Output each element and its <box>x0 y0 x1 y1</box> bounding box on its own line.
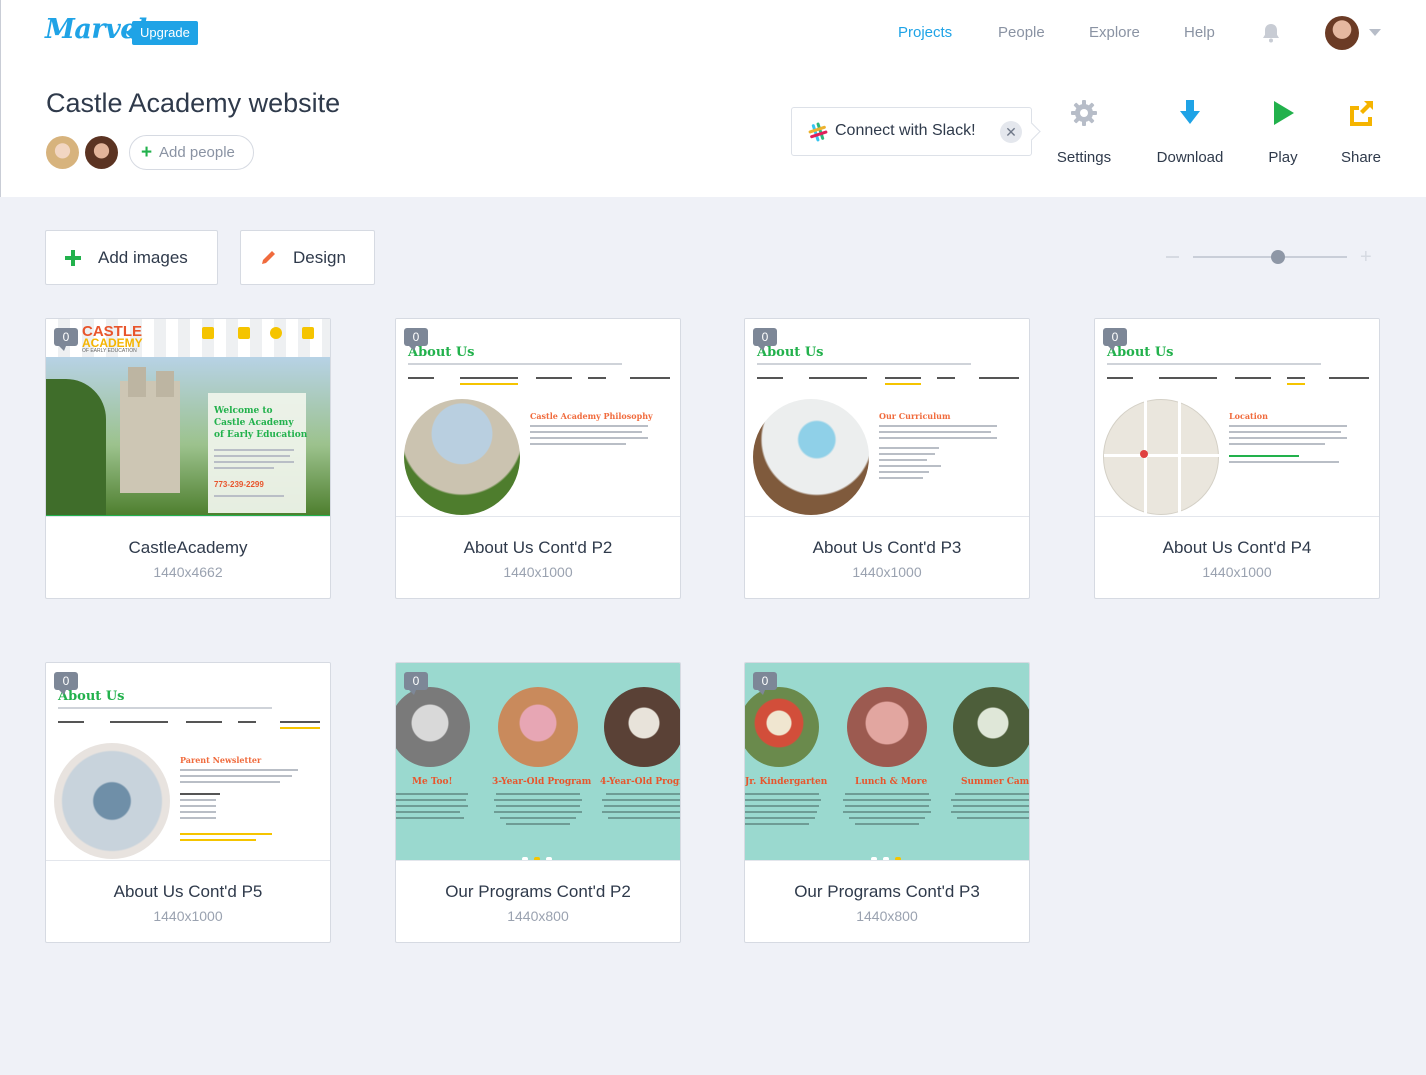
thumbnail-text: About Us <box>58 689 125 704</box>
screen-name[interactable]: About Us Cont'd P5 <box>46 882 330 902</box>
upgrade-button[interactable]: Upgrade <box>126 21 198 45</box>
screen-thumbnail[interactable]: Jr. Kindergarten Lunch & More Summer Cam… <box>745 663 1029 861</box>
design-label: Design <box>293 248 346 267</box>
gear-icon <box>1071 100 1097 126</box>
avatar[interactable] <box>46 136 79 169</box>
comment-count-badge[interactable]: 0 <box>54 672 78 695</box>
settings-button[interactable]: Settings <box>1044 98 1124 166</box>
plus-icon: + <box>141 142 153 163</box>
screen-card[interactable]: About Us Parent Newsletter 0 About Us Co… <box>45 662 331 943</box>
thumbnail-text: Parent Newsletter <box>180 755 262 765</box>
thumbnail-text: of Early Education <box>214 430 308 440</box>
download-label: Download <box>1156 149 1224 166</box>
screen-thumbnail[interactable]: Me Too! 3-Year-Old Program 4-Year-Old Pr… <box>396 663 680 861</box>
screen-name[interactable]: CastleAcademy <box>46 538 330 558</box>
slack-connect-label: Connect with Slack! <box>835 122 976 139</box>
screen-thumbnail[interactable]: About Us Parent Newsletter <box>46 663 330 861</box>
avatar[interactable] <box>85 136 118 169</box>
screen-size: 1440x1000 <box>1202 564 1272 580</box>
nav-people[interactable]: People <box>998 24 1045 41</box>
app-header: Marvel Upgrade Projects People Explore H… <box>0 0 1426 197</box>
slack-connect-banner[interactable]: Connect with Slack! ✕ <box>791 107 1032 156</box>
screen-card[interactable]: Me Too! 3-Year-Old Program 4-Year-Old Pr… <box>395 662 681 943</box>
add-images-button[interactable]: Add images <box>45 230 218 285</box>
add-images-label: Add images <box>98 248 188 267</box>
play-label: Play <box>1268 149 1298 166</box>
screen-size: 1440x800 <box>856 908 918 924</box>
thumbnail-text: About Us <box>408 345 475 360</box>
thumbnail-text: 3-Year-Old Program <box>492 777 592 787</box>
design-button[interactable]: Design <box>240 230 375 285</box>
zoom-out-button[interactable] <box>1166 256 1179 258</box>
thumbnail-text: OF EARLY EDUCATION <box>82 348 137 354</box>
slack-icon <box>808 122 828 142</box>
screen-card[interactable]: CASTLE ACADEMY OF EARLY EDUCATION Welcom… <box>45 318 331 599</box>
screen-thumbnail[interactable]: CASTLE ACADEMY OF EARLY EDUCATION Welcom… <box>46 319 330 517</box>
thumbnail-text: 4-Year-Old Progra <box>600 777 680 787</box>
thumbnail-text: Welcome to <box>214 406 273 416</box>
screen-size: 1440x1000 <box>852 564 922 580</box>
share-icon <box>1350 101 1373 126</box>
comment-count-badge[interactable]: 0 <box>404 672 428 695</box>
screen-name[interactable]: About Us Cont'd P2 <box>396 538 680 558</box>
screen-size: 1440x800 <box>507 908 569 924</box>
play-icon <box>1274 101 1294 125</box>
thumbnail-text: Our Curriculum <box>879 411 951 421</box>
screen-card[interactable]: About Us Location 0 About Us Cont'd P4 1… <box>1094 318 1380 599</box>
thumbnail-text: About Us <box>1107 345 1174 360</box>
share-label: Share <box>1340 149 1382 166</box>
add-people-button[interactable]: + Add people <box>129 135 254 170</box>
user-avatar[interactable] <box>1325 16 1359 50</box>
download-button[interactable]: Download <box>1150 98 1230 166</box>
nav-projects[interactable]: Projects <box>898 24 952 41</box>
screen-size: 1440x1000 <box>503 564 573 580</box>
screen-size: 1440x1000 <box>153 908 223 924</box>
pencil-icon <box>262 251 275 264</box>
screen-name[interactable]: Our Programs Cont'd P3 <box>745 882 1029 902</box>
screen-thumbnail[interactable]: About Us Location <box>1095 319 1379 517</box>
thumbnail-text: Jr. Kindergarten <box>745 777 828 787</box>
zoom-slider-handle[interactable] <box>1270 250 1285 264</box>
thumbnail-text: Location <box>1229 411 1268 421</box>
screen-name[interactable]: About Us Cont'd P3 <box>745 538 1029 558</box>
thumbnail-text: About Us <box>757 345 824 360</box>
comment-count-badge[interactable]: 0 <box>1103 328 1127 351</box>
thumbnail-text: Me Too! <box>412 777 453 787</box>
screen-card[interactable]: Jr. Kindergarten Lunch & More Summer Cam… <box>744 662 1030 943</box>
thumbnail-text: Lunch & More <box>855 777 928 787</box>
thumbnail-text: Castle Academy <box>214 418 294 428</box>
screen-name[interactable]: Our Programs Cont'd P2 <box>396 882 680 902</box>
comment-count-badge[interactable]: 0 <box>54 328 78 351</box>
thumbnail-text: Summer Camp <box>961 777 1029 787</box>
screen-name[interactable]: About Us Cont'd P4 <box>1095 538 1379 558</box>
screen-card[interactable]: About Us Castle Academy Philosophy 0 Abo… <box>395 318 681 599</box>
screen-thumbnail[interactable]: About Us Our Curriculum <box>745 319 1029 517</box>
thumbnail-text: 773-239-2299 <box>214 480 264 489</box>
add-people-label: Add people <box>159 144 235 161</box>
comment-count-badge[interactable]: 0 <box>753 328 777 351</box>
play-button[interactable]: Play <box>1243 98 1323 166</box>
comment-count-badge[interactable]: 0 <box>753 672 777 695</box>
close-icon[interactable]: ✕ <box>1000 121 1022 143</box>
settings-label: Settings <box>1056 149 1112 166</box>
thumbnail-text: Castle Academy Philosophy <box>530 411 653 421</box>
share-button[interactable]: Share <box>1321 98 1401 166</box>
page-title: Castle Academy website <box>46 88 341 118</box>
plus-icon <box>65 250 81 266</box>
chevron-down-icon[interactable] <box>1369 29 1381 36</box>
screen-size: 1440x4662 <box>153 564 223 580</box>
screen-thumbnail[interactable]: About Us Castle Academy Philosophy <box>396 319 680 517</box>
nav-help[interactable]: Help <box>1184 24 1215 41</box>
nav-explore[interactable]: Explore <box>1089 24 1140 41</box>
comment-count-badge[interactable]: 0 <box>404 328 428 351</box>
download-icon <box>1180 100 1200 124</box>
screen-card[interactable]: About Us Our Curriculum 0 About Us Cont'… <box>744 318 1030 599</box>
zoom-in-button[interactable]: + <box>1360 246 1372 269</box>
bell-icon[interactable] <box>1260 22 1282 44</box>
